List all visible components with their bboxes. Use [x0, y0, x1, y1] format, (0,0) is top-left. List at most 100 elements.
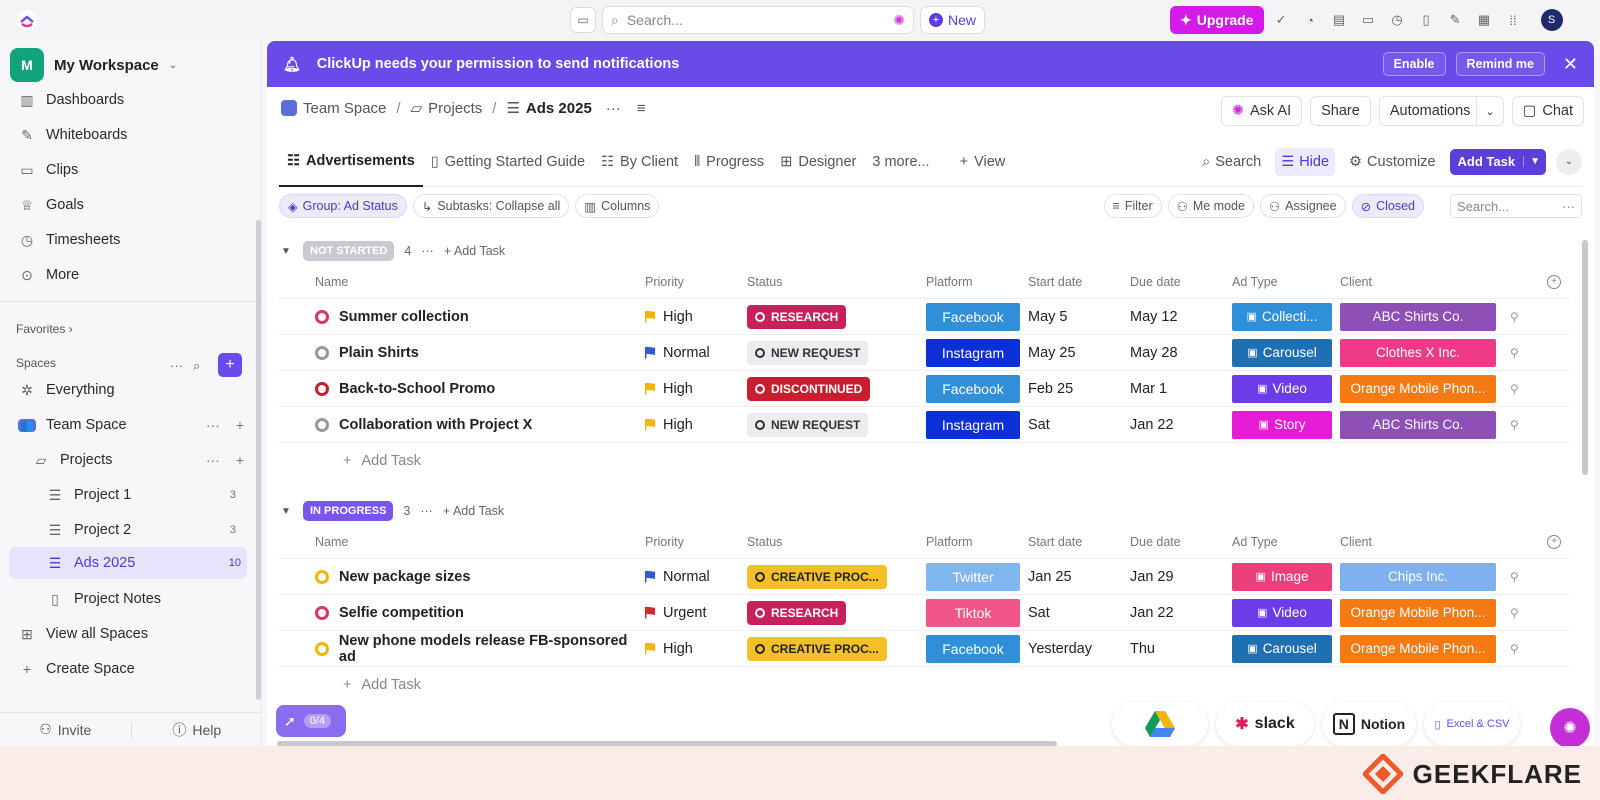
assignee-icon[interactable]: ⚲ — [1510, 418, 1519, 432]
calendar-icon[interactable]: ▭ — [570, 7, 596, 33]
platform-cell[interactable]: Instagram — [926, 410, 1028, 439]
platform-cell[interactable]: Twitter — [926, 562, 1028, 591]
task-name[interactable]: Summer collection — [339, 309, 469, 325]
invite-button[interactable]: ⚇ Invite — [0, 721, 131, 738]
col-status[interactable]: Status — [747, 535, 926, 549]
task-name-cell[interactable]: Plain Shirts — [279, 345, 645, 361]
col-due-date[interactable]: Due date — [1130, 535, 1232, 549]
status-cell[interactable]: CREATIVE PROC... — [747, 636, 926, 661]
hide-button[interactable]: ☰ Hide — [1275, 147, 1336, 176]
status-cell[interactable]: DISCONTINUED — [747, 376, 926, 401]
task-name[interactable]: Plain Shirts — [339, 345, 419, 361]
due-date-cell[interactable]: Mar 1 — [1130, 381, 1232, 397]
col-priority[interactable]: Priority — [645, 535, 747, 549]
sidebar-item-whiteboards[interactable]: ✎ Whiteboards — [18, 121, 248, 149]
tab-progress[interactable]: ⫴ Progress — [686, 137, 772, 187]
priority-cell[interactable]: High — [645, 381, 747, 397]
sidebar-item-everything[interactable]: ✲ Everything — [18, 376, 248, 404]
more-options-icon[interactable]: ··· — [420, 504, 433, 518]
task-name-cell[interactable]: Selfie competition — [279, 605, 645, 621]
timer-icon[interactable]: ◔ — [1299, 9, 1322, 32]
col-name[interactable]: Name — [279, 535, 645, 549]
due-date-cell[interactable]: Jan 29 — [1130, 569, 1232, 585]
col-client[interactable]: Client — [1340, 275, 1500, 289]
client-cell[interactable]: ABC Shirts Co. — [1340, 302, 1500, 331]
task-name-cell[interactable]: Summer collection — [279, 309, 645, 325]
assignee-icon[interactable]: ⚲ — [1510, 346, 1519, 360]
add-task-row[interactable]: + Add Task — [279, 667, 1569, 703]
start-date-cell[interactable]: Yesterday — [1028, 641, 1130, 657]
ad-type-cell[interactable]: ▣ Carousel — [1232, 634, 1340, 663]
task-name[interactable]: Selfie competition — [339, 605, 464, 621]
assignee-icon[interactable]: ⚲ — [1510, 310, 1519, 324]
add-view-button[interactable]: + View — [952, 137, 1014, 187]
task-name[interactable]: Collaboration with Project X — [339, 417, 532, 433]
add-task-inline[interactable]: + Add Task — [443, 504, 504, 518]
client-cell[interactable]: Orange Mobile Phon... — [1340, 634, 1500, 663]
caret-down-icon[interactable]: ▼ — [279, 246, 293, 257]
chevron-down-icon[interactable]: ⌄ — [1476, 97, 1502, 125]
doc-icon[interactable]: ▯ — [1415, 9, 1438, 32]
upgrade-button[interactable]: ✦ Upgrade — [1170, 6, 1264, 34]
task-status-icon[interactable] — [315, 417, 329, 432]
ask-ai-button[interactable]: ✺ Ask AI — [1220, 96, 1303, 126]
client-cell[interactable]: ABC Shirts Co. — [1340, 410, 1500, 439]
filter-chip[interactable]: ≡ Filter — [1103, 194, 1162, 218]
start-date-cell[interactable]: May 5 — [1028, 309, 1130, 325]
workspace-switcher[interactable]: M My Workspace ⌄ — [10, 48, 177, 82]
priority-cell[interactable]: High — [645, 641, 747, 657]
add-space-button[interactable]: + — [218, 353, 242, 377]
table-row[interactable]: New phone models release FB-sponsored ad… — [279, 631, 1569, 667]
caret-down-icon[interactable]: ▼ — [279, 506, 293, 517]
table-row[interactable]: New package sizes Normal CREATIVE PROC... T… — [279, 559, 1569, 595]
table-row[interactable]: Collaboration with Project X High NEW REQU… — [279, 407, 1569, 443]
col-ad-type[interactable]: Ad Type — [1232, 275, 1340, 289]
more-options-icon[interactable]: ··· — [206, 452, 220, 468]
client-cell[interactable]: Orange Mobile Phon... — [1340, 598, 1500, 627]
platform-cell[interactable]: Instagram — [926, 338, 1028, 367]
due-date-cell[interactable]: May 28 — [1130, 345, 1232, 361]
due-date-cell[interactable]: Jan 22 — [1130, 605, 1232, 621]
sidebar-item-project-1[interactable]: ☰ Project 1 3 — [46, 481, 242, 509]
global-search-input[interactable]: ⌕ Search... ✺ — [602, 6, 914, 34]
close-icon[interactable]: ✕ — [1563, 54, 1578, 75]
status-pill[interactable]: RESEARCH — [747, 600, 847, 625]
automations-button[interactable]: Automations ⌄ — [1378, 96, 1504, 126]
status-pill[interactable]: RESEARCH — [747, 304, 847, 329]
assignee-icon[interactable]: ⚲ — [1510, 606, 1519, 620]
col-client[interactable]: Client — [1340, 535, 1500, 549]
col-start-date[interactable]: Start date — [1028, 535, 1130, 549]
start-date-cell[interactable]: Sat — [1028, 605, 1130, 621]
priority-cell[interactable]: Urgent — [645, 605, 747, 621]
search-tasks-button[interactable]: ⌕ Search — [1198, 148, 1265, 176]
col-status[interactable]: Status — [747, 275, 926, 289]
client-cell[interactable]: Orange Mobile Phon... — [1340, 374, 1500, 403]
share-button[interactable]: Share — [1310, 96, 1371, 126]
task-name-cell[interactable]: Back-to-School Promo — [279, 381, 645, 397]
sidebar-item-project-notes[interactable]: ▯ Project Notes — [46, 585, 242, 613]
task-name[interactable]: New phone models release FB-sponsored ad — [339, 633, 645, 665]
excel-csv-integration[interactable]: ▯ Excel & CSV — [1424, 702, 1520, 746]
closed-chip[interactable]: ⊘ Closed — [1351, 194, 1424, 218]
priority-cell[interactable]: High — [645, 309, 747, 325]
sidebar-scrollbar[interactable] — [256, 220, 261, 700]
due-date-cell[interactable]: May 12 — [1130, 309, 1232, 325]
add-task-button[interactable]: Add Task ▼ — [1449, 148, 1546, 175]
ad-type-cell[interactable]: ▣ Carousel — [1232, 338, 1340, 367]
chevron-down-icon[interactable]: ▼ — [1523, 156, 1546, 167]
priority-cell[interactable]: High — [645, 417, 747, 433]
add-column-icon[interactable]: + — [1547, 274, 1561, 289]
sidebar-item-team-space[interactable]: 👥 Team Space ··· + — [18, 411, 248, 439]
priority-cell[interactable]: Normal — [645, 569, 747, 585]
start-date-cell[interactable]: May 25 — [1028, 345, 1130, 361]
table-row[interactable]: Back-to-School Promo High DISCONTINUED Face… — [279, 371, 1569, 407]
apps-grid-icon[interactable]: ⁞⁞ — [1502, 9, 1525, 32]
slack-integration[interactable]: ✱ slack — [1216, 702, 1314, 746]
status-cell[interactable]: CREATIVE PROC... — [747, 564, 926, 589]
user-avatar[interactable]: S — [1540, 9, 1563, 31]
tab-more[interactable]: 3 more... — [864, 137, 937, 187]
help-button[interactable]: ⓘ Help — [132, 720, 263, 740]
start-date-cell[interactable]: Feb 25 — [1028, 381, 1130, 397]
tab-by-client[interactable]: ☷ By Client — [593, 137, 686, 187]
tab-designer[interactable]: ⊞ Designer — [772, 137, 864, 187]
